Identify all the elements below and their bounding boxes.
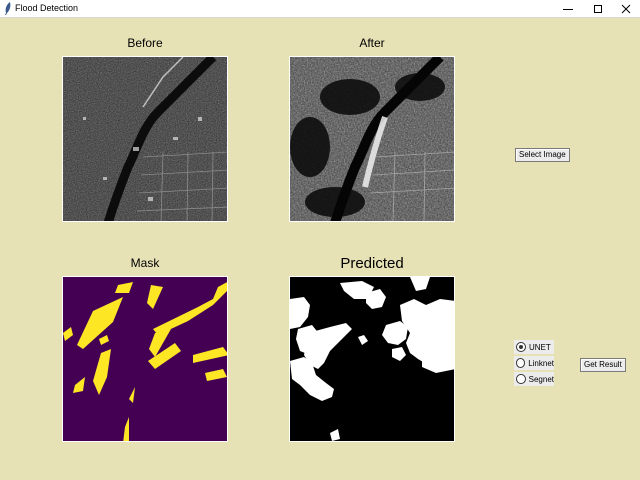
after-label: After [359, 36, 385, 50]
title-bar: Flood Detection [0, 0, 640, 18]
radio-label-unet: UNET [529, 342, 551, 352]
get-result-button[interactable]: Get Result [580, 358, 626, 372]
radio-unselected-icon [516, 374, 526, 384]
window-title: Flood Detection [15, 3, 79, 13]
radio-label-segnet: Segnet [528, 374, 554, 384]
minimize-button[interactable] [553, 0, 583, 17]
maximize-button[interactable] [583, 0, 613, 17]
radio-unselected-icon [516, 358, 526, 368]
radio-label-linknet: Linknet [528, 358, 554, 368]
close-icon [621, 4, 631, 13]
radio-unet[interactable]: UNET [514, 340, 554, 354]
maximize-icon [594, 4, 602, 13]
before-image [62, 56, 228, 222]
mask-image [62, 276, 228, 442]
minimize-icon [563, 8, 573, 10]
radio-segnet[interactable]: Segnet [514, 372, 554, 386]
feather-icon [5, 2, 11, 15]
after-image [289, 56, 455, 222]
radio-linknet[interactable]: Linknet [514, 356, 554, 370]
radio-selected-icon [516, 342, 526, 352]
close-button[interactable] [611, 0, 640, 17]
select-image-button[interactable]: Select Image [515, 148, 570, 162]
predicted-label: Predicted [340, 255, 404, 272]
before-label: Before [127, 36, 163, 50]
mask-label: Mask [130, 256, 160, 270]
predicted-image [289, 276, 455, 442]
